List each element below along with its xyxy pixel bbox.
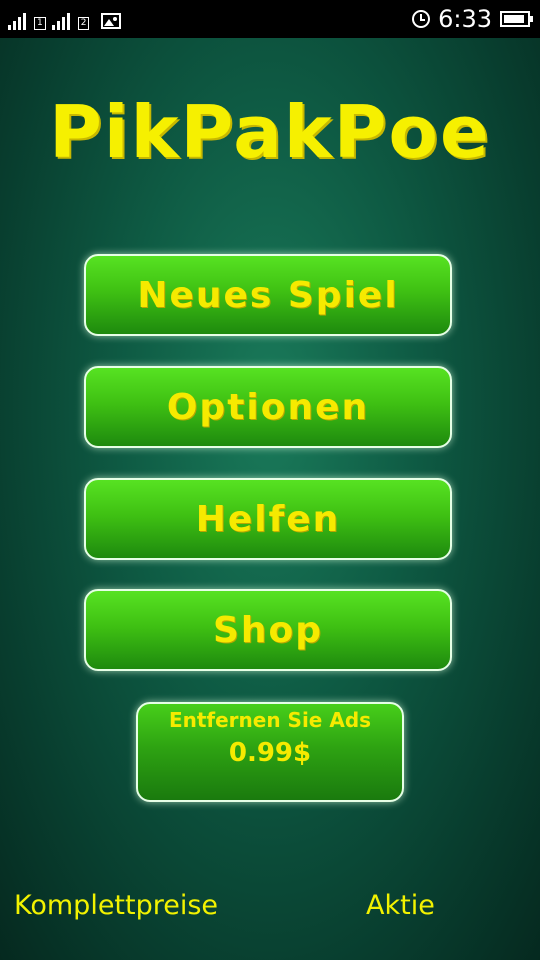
signal-icon-sim1 xyxy=(8,12,26,30)
new-game-label: Neues Spiel xyxy=(137,274,399,316)
share-link[interactable]: Aktie xyxy=(366,890,435,921)
battery-level xyxy=(504,15,524,23)
shop-button[interactable]: Shop xyxy=(84,589,452,671)
options-button[interactable]: Optionen xyxy=(84,366,452,448)
alarm-icon xyxy=(412,10,431,28)
status-time: 6:33 xyxy=(438,5,492,33)
game-main-menu: PikPakPoe Neues Spiel Optionen Helfen Sh… xyxy=(0,38,540,960)
full-prices-link[interactable]: Komplettpreise xyxy=(14,890,218,921)
status-bar: 1 2 6:33 xyxy=(0,0,540,38)
help-button[interactable]: Helfen xyxy=(84,478,452,560)
game-title: PikPakPoe xyxy=(49,90,491,174)
help-label: Helfen xyxy=(195,498,341,540)
new-game-button[interactable]: Neues Spiel xyxy=(84,254,452,336)
remove-ads-label: Entfernen Sie Ads xyxy=(168,708,372,732)
sim1-badge: 1 xyxy=(34,17,46,30)
sim2-badge: 2 xyxy=(77,17,90,30)
options-label: Optionen xyxy=(166,386,370,428)
shop-label: Shop xyxy=(212,609,324,651)
remove-ads-price: 0.99$ xyxy=(228,738,312,768)
image-notification-icon xyxy=(101,13,122,29)
battery-icon xyxy=(500,11,533,27)
status-right: 6:33 xyxy=(412,4,533,34)
signal-icon-sim2 xyxy=(51,12,70,30)
remove-ads-button[interactable]: Entfernen Sie Ads 0.99$ xyxy=(136,702,404,802)
status-left: 1 2 xyxy=(8,8,122,30)
